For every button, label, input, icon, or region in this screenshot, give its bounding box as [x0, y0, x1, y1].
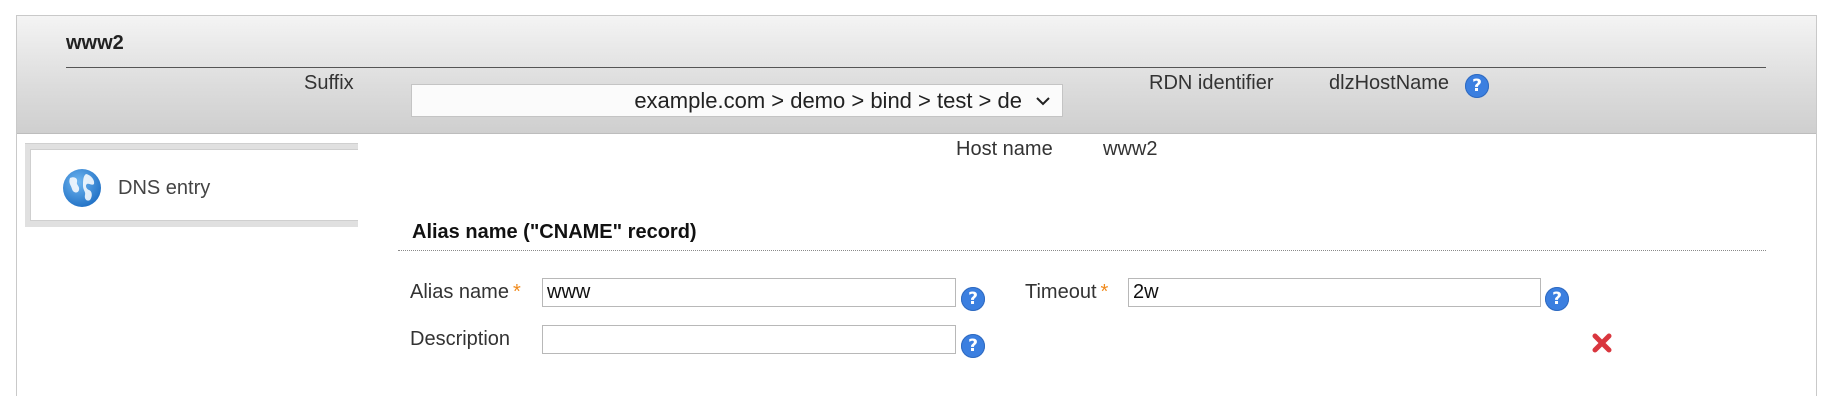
description-input[interactable] [542, 325, 956, 354]
alias-help-icon[interactable]: ? [961, 287, 985, 311]
timeout-input[interactable]: 2w [1128, 278, 1541, 307]
delete-icon[interactable] [1591, 332, 1613, 354]
page-title: www2 [66, 32, 124, 54]
rdn-help-icon[interactable]: ? [1465, 74, 1489, 98]
description-help-icon[interactable]: ? [961, 334, 985, 358]
tab-dns-entry-label: DNS entry [118, 177, 211, 199]
header-divider [66, 67, 1766, 68]
description-label: Description [410, 328, 511, 350]
timeout-label: Timeout * [1025, 281, 1108, 304]
alias-name-label-text: Alias name [410, 281, 509, 303]
rdn-identifier-label: RDN identifier [1149, 72, 1274, 94]
suffix-label: Suffix [304, 72, 354, 94]
required-marker: * [1100, 281, 1109, 303]
section-divider [398, 250, 1766, 251]
suffix-select[interactable]: example.com > demo > bind > test > de [411, 84, 1063, 117]
header-bar: www2 Suffix example.com > demo > bind > … [17, 16, 1816, 134]
host-name-value: www2 [1103, 138, 1158, 160]
section-title: Alias name ("CNAME" record) [412, 221, 697, 243]
required-marker: * [512, 281, 521, 303]
tab-list: DNS entry [25, 143, 358, 227]
tab-dns-entry[interactable]: DNS entry [30, 149, 358, 221]
chevron-down-icon [1030, 91, 1056, 111]
host-name-label: Host name [956, 138, 1053, 160]
suffix-select-value: example.com > demo > bind > test > de [634, 87, 1022, 113]
timeout-help-icon[interactable]: ? [1545, 287, 1569, 311]
alias-name-input[interactable]: www [542, 278, 956, 307]
globe-icon [63, 169, 101, 207]
rdn-identifier-value: dlzHostName [1329, 72, 1450, 94]
timeout-label-text: Timeout [1025, 281, 1097, 303]
alias-name-label: Alias name * [410, 281, 521, 304]
main-frame: www2 Suffix example.com > demo > bind > … [16, 15, 1817, 396]
